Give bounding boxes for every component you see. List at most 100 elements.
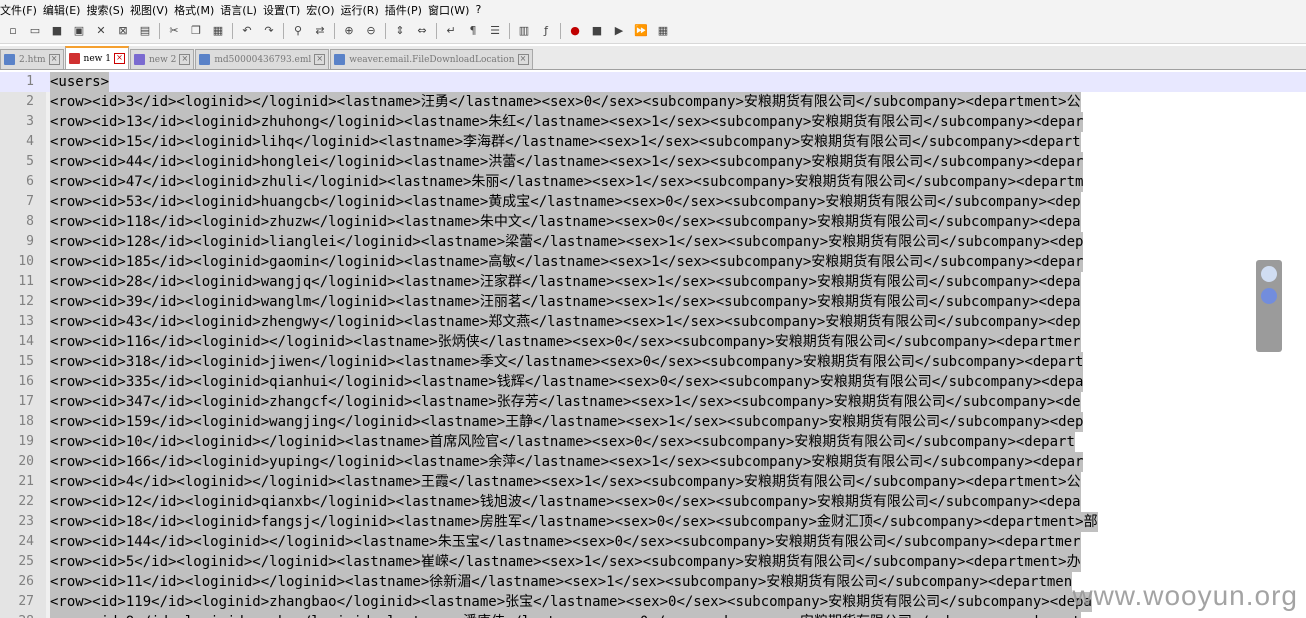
menu-item[interactable]: 语言(L)	[220, 2, 263, 18]
line-text[interactable]: <row><id>144</id><loginid></loginid><las…	[50, 532, 1081, 552]
editor-line[interactable]: 19 <row><id>10</id><loginid></loginid><la…	[0, 432, 1306, 452]
line-text[interactable]: <row><id>335</id><loginid>qianhui</login…	[50, 372, 1084, 392]
line-text[interactable]: <row><id>47</id><loginid>zhuli</loginid>…	[50, 172, 1084, 192]
editor-line[interactable]: 4 <row><id>15</id><loginid>lihq</loginid>…	[0, 132, 1306, 152]
line-text[interactable]: <row><id>11</id><loginid></loginid><last…	[50, 572, 1073, 592]
line-text[interactable]: <row><id>166</id><loginid>yuping</logini…	[50, 452, 1084, 472]
editor-line[interactable]: 1 <users>	[0, 72, 1306, 92]
editor-line[interactable]: 11 <row><id>28</id><loginid>wangjq</login…	[0, 272, 1306, 292]
print-icon[interactable]: ▤	[137, 23, 153, 39]
widget-snapshot-icon[interactable]	[1261, 266, 1277, 282]
cut-icon[interactable]: ✂	[166, 23, 182, 39]
run-macro-multi-icon[interactable]: ⏩	[633, 23, 649, 39]
line-text[interactable]: <row><id>128</id><loginid>lianglei</logi…	[50, 232, 1084, 252]
editor-line[interactable]: 7 <row><id>53</id><loginid>huangcb</login…	[0, 192, 1306, 212]
record-macro-icon[interactable]: ●	[567, 23, 583, 39]
line-text[interactable]: <row><id>28</id><loginid>wangjq</loginid…	[50, 272, 1081, 292]
editor-line[interactable]: 17 <row><id>347</id><loginid>zhangcf</log…	[0, 392, 1306, 412]
editor-line[interactable]: 5 <row><id>44</id><loginid>honglei</login…	[0, 152, 1306, 172]
line-text[interactable]: <row><id>13</id><loginid>zhuhong</logini…	[50, 112, 1084, 132]
menu-item[interactable]: ?	[475, 3, 487, 16]
editor-line[interactable]: 14 <row><id>116</id><loginid></loginid><l…	[0, 332, 1306, 352]
editor-line[interactable]: 13 <row><id>43</id><loginid>zhengwy</logi…	[0, 312, 1306, 332]
editor-line[interactable]: 18 <row><id>159</id><loginid>wangjing</lo…	[0, 412, 1306, 432]
editor-line[interactable]: 22 <row><id>12</id><loginid>qianxb</login…	[0, 492, 1306, 512]
sync-h-icon[interactable]: ⇔	[414, 23, 430, 39]
widget-help-icon[interactable]	[1261, 288, 1277, 304]
replace-icon[interactable]: ⇄	[312, 23, 328, 39]
menu-item[interactable]: 搜索(S)	[86, 2, 130, 18]
menu-item[interactable]: 编辑(E)	[43, 2, 87, 18]
editor-line[interactable]: 21 <row><id>4</id><loginid></loginid><las…	[0, 472, 1306, 492]
sync-v-icon[interactable]: ⇕	[392, 23, 408, 39]
editor-line[interactable]: 16 <row><id>335</id><loginid>qianhui</log…	[0, 372, 1306, 392]
line-text[interactable]: <row><id>118</id><loginid>zhuzw</loginid…	[50, 212, 1081, 232]
editor-line[interactable]: 28 <row><id>9</id><loginid>pankw</loginid…	[0, 612, 1306, 618]
menu-item[interactable]: 插件(P)	[385, 2, 428, 18]
show-all-chars-icon[interactable]: ¶	[465, 23, 481, 39]
save-all-icon[interactable]: ▣	[71, 23, 87, 39]
stop-record-icon[interactable]: ■	[589, 23, 605, 39]
line-text[interactable]: <row><id>347</id><loginid>zhangcf</login…	[50, 392, 1081, 412]
doc-map-icon[interactable]: ▥	[516, 23, 532, 39]
editor-line[interactable]: 6 <row><id>47</id><loginid>zhuli</loginid…	[0, 172, 1306, 192]
editor-line[interactable]: 15 <row><id>318</id><loginid>jiwen</login…	[0, 352, 1306, 372]
word-wrap-icon[interactable]: ↵	[443, 23, 459, 39]
editor-line[interactable]: 20 <row><id>166</id><loginid>yuping</logi…	[0, 452, 1306, 472]
indent-guide-icon[interactable]: ☰	[487, 23, 503, 39]
tab-document[interactable]: new 1 ×	[64, 46, 129, 69]
line-text[interactable]: <row><id>119</id><loginid>zhangbao</logi…	[50, 592, 1092, 612]
editor-line[interactable]: 3 <row><id>13</id><loginid>zhuhong</login…	[0, 112, 1306, 132]
editor-line[interactable]: 24 <row><id>144</id><loginid></loginid><l…	[0, 532, 1306, 552]
func-list-icon[interactable]: ƒ	[538, 23, 554, 39]
line-text[interactable]: <row><id>5</id><loginid></loginid><lastn…	[50, 552, 1081, 572]
save-macro-icon[interactable]: ▦	[655, 23, 671, 39]
line-text[interactable]: <row><id>15</id><loginid>lihq</loginid><…	[50, 132, 1081, 152]
line-text[interactable]: <row><id>12</id><loginid>qianxb</loginid…	[50, 492, 1081, 512]
editor-lines[interactable]: 1 <users> 2 <row><id>3</id><loginid></login…	[0, 72, 1306, 618]
redo-icon[interactable]: ↷	[261, 23, 277, 39]
menu-item[interactable]: 视图(V)	[130, 2, 174, 18]
editor-line[interactable]: 12 <row><id>39</id><loginid>wanglm</login…	[0, 292, 1306, 312]
tab-document[interactable]: md50000436793.eml ×	[195, 49, 330, 69]
zoom-in-icon[interactable]: ⊕	[341, 23, 357, 39]
menu-item[interactable]: 宏(O)	[306, 2, 340, 18]
tab-close-icon[interactable]: ×	[48, 54, 60, 65]
line-text[interactable]: <row><id>3</id><loginid></loginid><lastn…	[50, 92, 1081, 112]
line-text[interactable]: <row><id>53</id><loginid>huangcb</logini…	[50, 192, 1081, 212]
editor-line[interactable]: 10 <row><id>185</id><loginid>gaomin</logi…	[0, 252, 1306, 272]
line-text[interactable]: <row><id>39</id><loginid>wanglm</loginid…	[50, 292, 1081, 312]
menu-item[interactable]: 运行(R)	[341, 2, 385, 18]
copy-icon[interactable]: ❐	[188, 23, 204, 39]
editor-line[interactable]: 2 <row><id>3</id><loginid></loginid><last…	[0, 92, 1306, 112]
editor-line[interactable]: 8 <row><id>118</id><loginid>zhuzw</logini…	[0, 212, 1306, 232]
line-text[interactable]: <row><id>159</id><loginid>wangjing</logi…	[50, 412, 1084, 432]
line-text[interactable]: <row><id>9</id><loginid>pankw</loginid><…	[50, 612, 1081, 618]
line-text[interactable]: <row><id>318</id><loginid>jiwen</loginid…	[50, 352, 1084, 372]
line-text[interactable]: <row><id>185</id><loginid>gaomin</logini…	[50, 252, 1084, 272]
undo-icon[interactable]: ↶	[239, 23, 255, 39]
menu-item[interactable]: 设置(T)	[263, 2, 306, 18]
tab-document[interactable]: 2.htm ×	[0, 49, 64, 69]
line-text[interactable]: <row><id>44</id><loginid>honglei</logini…	[50, 152, 1084, 172]
new-file-icon[interactable]: ▫	[5, 23, 21, 39]
menu-item[interactable]: 文件(F)	[0, 2, 43, 18]
menu-item[interactable]: 窗口(W)	[428, 2, 475, 18]
editor-line[interactable]: 23 <row><id>18</id><loginid>fangsj</login…	[0, 512, 1306, 532]
tab-document[interactable]: weaver.email.FileDownloadLocation ×	[330, 49, 533, 69]
tab-close-icon[interactable]: ×	[179, 54, 191, 65]
editor-area[interactable]: 1 <users> 2 <row><id>3</id><loginid></login…	[0, 72, 1306, 618]
play-macro-icon[interactable]: ▶	[611, 23, 627, 39]
tab-document[interactable]: new 2 ×	[129, 49, 195, 69]
find-icon[interactable]: ⚲	[290, 23, 306, 39]
zoom-out-icon[interactable]: ⊖	[363, 23, 379, 39]
line-text[interactable]: <users>	[50, 72, 110, 92]
paste-icon[interactable]: ▦	[210, 23, 226, 39]
editor-line[interactable]: 25 <row><id>5</id><loginid></loginid><las…	[0, 552, 1306, 572]
line-text[interactable]: <row><id>18</id><loginid>fangsj</loginid…	[50, 512, 1098, 532]
floating-side-widget[interactable]	[1256, 260, 1282, 352]
tab-close-icon[interactable]: ×	[314, 54, 326, 65]
tab-close-icon[interactable]: ×	[113, 53, 125, 64]
save-icon[interactable]: ■	[49, 23, 65, 39]
close-all-icon[interactable]: ⊠	[115, 23, 131, 39]
